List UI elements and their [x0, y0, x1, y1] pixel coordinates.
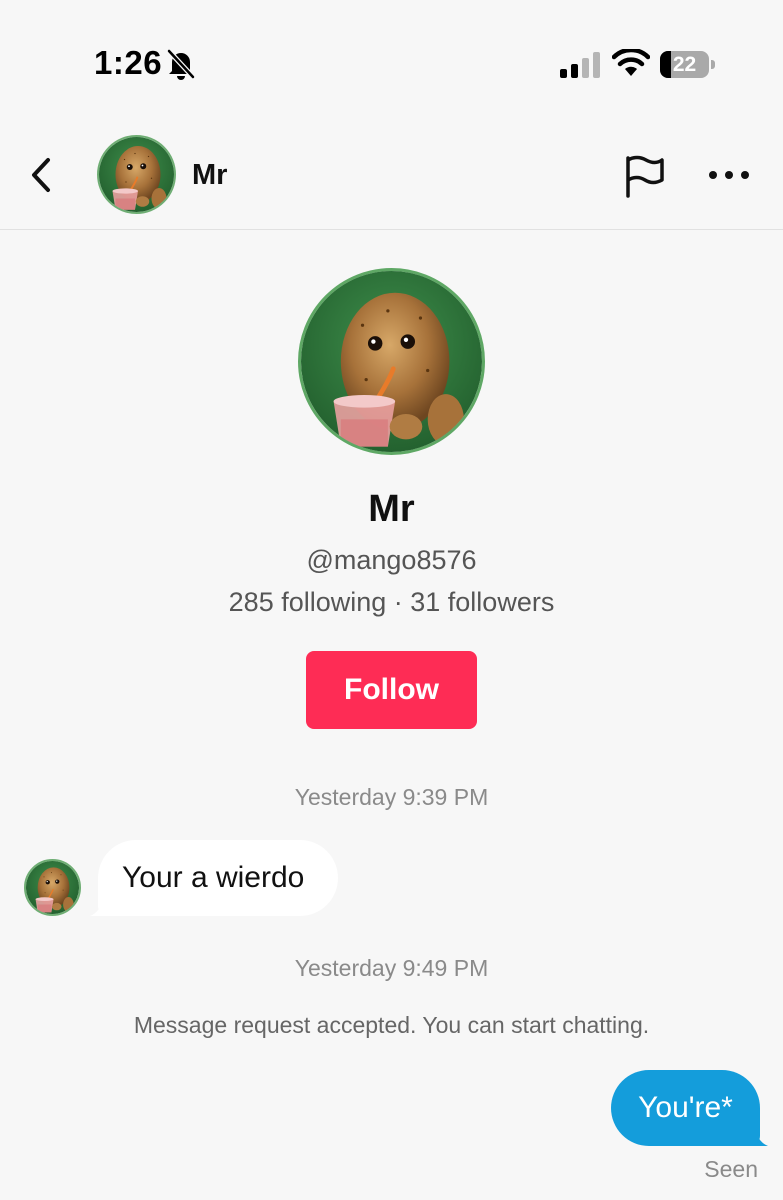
profile-handle: @mango8576 — [306, 545, 477, 575]
profile-name: Mr — [368, 488, 415, 530]
more-icon[interactable] — [706, 162, 752, 188]
chat-header: Mr — [0, 120, 783, 230]
flag-icon[interactable] — [620, 152, 666, 200]
status-time: 1:26 — [94, 44, 163, 81]
profile-avatar[interactable] — [298, 268, 485, 455]
message-timestamp: Yesterday 9:39 PM — [294, 784, 489, 810]
status-bar: 1:26 22 — [0, 0, 783, 120]
header-name[interactable]: Mr — [192, 159, 227, 192]
message-sender-avatar[interactable] — [24, 859, 81, 916]
incoming-message-bubble[interactable]: Your a wierdo — [98, 840, 338, 916]
battery-icon: 22 — [660, 51, 715, 78]
system-notice: Message request accepted. You can start … — [133, 1012, 650, 1038]
seen-status: Seen — [704, 1156, 758, 1182]
profile-stats: 285 following · 31 followers — [228, 587, 555, 617]
cellular-signal-icon — [560, 52, 602, 78]
outgoing-message-bubble[interactable]: You're* — [611, 1070, 760, 1146]
message-timestamp: Yesterday 9:49 PM — [294, 955, 489, 981]
bell-muted-icon — [166, 48, 196, 80]
header-avatar[interactable] — [97, 135, 176, 214]
battery-level: 22 — [672, 53, 697, 76]
wifi-icon — [612, 49, 650, 77]
follow-button[interactable]: Follow — [306, 651, 477, 729]
back-icon[interactable] — [26, 154, 58, 196]
